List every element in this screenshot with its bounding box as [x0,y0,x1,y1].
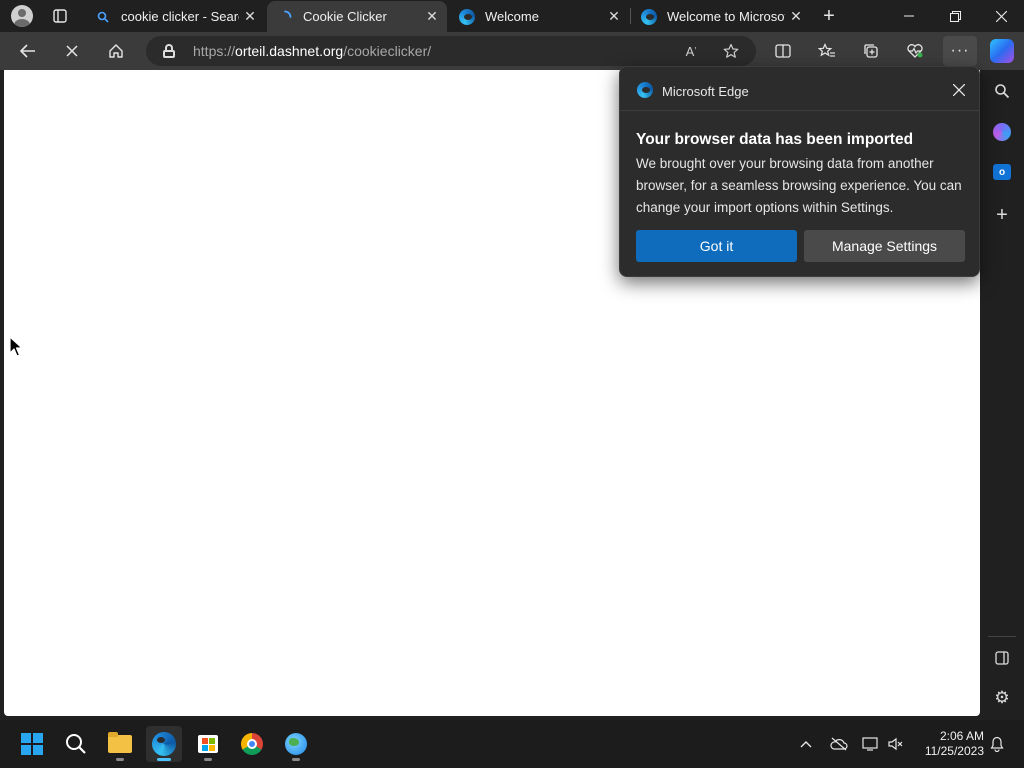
lock-icon[interactable] [163,44,175,58]
split-screen-icon[interactable] [766,36,800,66]
close-popup-icon[interactable] [947,78,971,102]
outlook-icon[interactable]: o [988,158,1016,186]
home-icon[interactable] [100,36,132,66]
sidebar-settings-gear-icon[interactable]: ⚙ [988,684,1016,712]
got-it-button[interactable]: Got it [636,230,797,262]
store-icon [198,735,218,753]
close-tab-icon[interactable]: ✕ [421,6,443,28]
stop-loading-icon[interactable] [56,36,88,66]
running-indicator [204,758,212,761]
minimize-icon[interactable] [886,0,932,32]
data-imported-popup: Microsoft Edge Your browser data has bee… [619,66,980,277]
popup-header: Microsoft Edge [620,67,979,111]
hide-sidebar-icon[interactable] [988,644,1016,672]
volume-muted-icon[interactable] [885,732,907,756]
clock-time: 2:06 AM [939,729,984,743]
favorites-icon[interactable] [810,36,844,66]
add-sidebar-app-icon[interactable]: + [988,201,1016,229]
start-button[interactable] [14,726,50,762]
edge-icon [459,8,475,25]
mouse-cursor-icon [9,336,23,357]
navigation-bar: https://orteil.dashnet.org/cookieclicker… [0,32,1024,70]
globe-icon [285,733,307,755]
settings-and-more-icon[interactable]: ··· [943,36,977,66]
edge-icon [152,732,176,756]
close-tab-icon[interactable]: ✕ [785,6,807,28]
manage-settings-button[interactable]: Manage Settings [804,230,965,262]
running-indicator [292,758,300,761]
taskbar-search-button[interactable] [58,726,94,762]
network-icon[interactable] [859,732,881,756]
taskbar-store[interactable] [190,726,226,762]
search-icon [66,734,86,754]
tab-title: Welcome to Microsoft [667,9,785,24]
tab-welcome[interactable]: Welcome ✕ [449,1,629,32]
popup-title: Your browser data has been imported [636,131,914,148]
taskbar-file-explorer[interactable] [102,726,138,762]
close-tab-icon[interactable]: ✕ [603,6,625,28]
restore-icon[interactable] [932,0,978,32]
url-path: /cookieclicker/ [343,43,432,59]
sidebar-divider [988,636,1016,637]
url-text[interactable]: https://orteil.dashnet.org/cookieclicker… [193,43,431,59]
edge-sidebar: o + ⚙ [980,70,1024,720]
profile-avatar[interactable] [11,5,33,27]
copilot-icon[interactable] [990,39,1014,63]
url-host: orteil.dashnet.org [235,43,344,59]
browser-window: cookie clicker - Search ✕ Cookie Clicker… [0,0,1024,768]
onedrive-offline-icon[interactable] [828,732,850,756]
tab-title: cookie clicker - Search [121,9,239,24]
browser-essentials-icon[interactable] [898,36,932,66]
search-icon[interactable] [988,77,1016,105]
tab-bar: cookie clicker - Search ✕ Cookie Clicker… [0,0,1024,32]
show-hidden-icons-chevron-icon[interactable] [795,732,817,756]
edge-icon [641,8,657,25]
loading-spinner-icon [277,9,293,25]
taskbar-edge[interactable] [146,726,182,762]
windows-logo-icon [21,733,43,755]
back-arrow-icon[interactable] [12,36,44,66]
running-indicator [116,758,124,761]
search-icon [95,9,111,25]
close-window-icon[interactable] [978,0,1024,32]
read-aloud-icon[interactable]: Aʼ [678,39,704,63]
tab-search[interactable]: cookie clicker - Search ✕ [85,1,265,32]
collections-icon[interactable] [854,36,888,66]
clock-date: 11/25/2023 [924,744,984,758]
close-tab-icon[interactable]: ✕ [239,6,261,28]
address-bar[interactable]: https://orteil.dashnet.org/cookieclicker… [146,36,756,66]
folder-icon [108,732,132,753]
tab-cookie-clicker[interactable]: Cookie Clicker ✕ [267,1,447,32]
vertical-tabs-icon[interactable] [46,4,74,28]
taskbar-clock[interactable]: 2:06 AM 11/25/2023 [914,729,984,759]
taskbar-chrome[interactable] [234,726,270,762]
notification-bell-icon[interactable] [986,732,1008,756]
edge-logo-icon [637,82,653,98]
new-tab-icon[interactable]: + [815,4,843,28]
popup-brand: Microsoft Edge [662,84,749,99]
tab-welcome-microsoft[interactable]: Welcome to Microsoft ✕ [631,1,811,32]
running-indicator [157,758,171,761]
taskbar-globe-app[interactable] [278,726,314,762]
tab-title: Welcome [485,9,539,24]
favorite-star-icon[interactable] [718,39,744,63]
chrome-icon [241,733,263,755]
windows-taskbar: 2:06 AM 11/25/2023 [0,720,1024,768]
popup-body: We brought over your browsing data from … [636,156,962,215]
tab-title: Cookie Clicker [303,9,387,24]
url-prefix: https:// [193,43,236,59]
copilot-sidebar-icon[interactable] [988,118,1016,146]
